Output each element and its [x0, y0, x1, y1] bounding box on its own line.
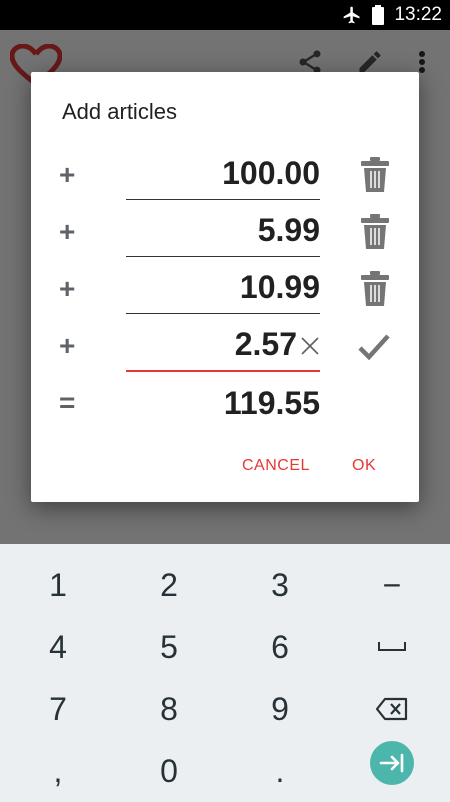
- total-value: 119.55: [223, 385, 320, 421]
- key-3[interactable]: 3: [224, 554, 336, 616]
- total-row: = 119.55: [31, 379, 419, 435]
- next-tab-icon: [370, 741, 414, 785]
- key-period[interactable]: .: [224, 740, 336, 802]
- key-8[interactable]: 8: [113, 678, 225, 740]
- checkmark-icon[interactable]: [357, 332, 391, 367]
- key-9[interactable]: 9: [224, 678, 336, 740]
- airplane-mode-icon: [342, 5, 362, 25]
- trash-icon[interactable]: [360, 271, 390, 312]
- key-7[interactable]: 7: [2, 678, 114, 740]
- key-next[interactable]: [336, 732, 448, 794]
- article-amount-value: 10.99: [239, 269, 320, 305]
- status-time: 13:22: [394, 4, 442, 25]
- key-space[interactable]: [336, 616, 448, 678]
- numeric-keypad: 1 2 3 − 4 5 6 7 8 9 , 0 .: [0, 544, 450, 800]
- key-minus[interactable]: −: [336, 554, 448, 616]
- clear-icon[interactable]: [300, 336, 320, 361]
- article-amount-value: 5.99: [257, 212, 320, 248]
- plus-operator: +: [59, 159, 76, 190]
- key-2[interactable]: 2: [113, 554, 225, 616]
- article-row-active: + 2.57: [31, 322, 419, 378]
- key-comma[interactable]: ,: [2, 740, 114, 802]
- ok-button[interactable]: OK: [352, 457, 376, 475]
- trash-icon[interactable]: [360, 157, 390, 198]
- plus-operator: +: [59, 330, 76, 361]
- add-articles-dialog: Add articles + 100.00 + 5.99 + 10.99 + 2…: [31, 72, 419, 502]
- battery-icon: [372, 5, 385, 25]
- key-1[interactable]: 1: [2, 554, 114, 616]
- key-6[interactable]: 6: [224, 616, 336, 678]
- cancel-button[interactable]: CANCEL: [242, 457, 310, 475]
- article-amount-field[interactable]: 10.99: [126, 265, 320, 314]
- key-5[interactable]: 5: [113, 616, 225, 678]
- article-amount-value: 2.57: [234, 326, 297, 362]
- key-4[interactable]: 4: [2, 616, 114, 678]
- article-amount-input[interactable]: 2.57: [126, 322, 320, 372]
- equals-operator: =: [59, 387, 76, 418]
- backspace-icon: [375, 697, 408, 721]
- article-row: + 10.99: [31, 265, 419, 321]
- space-icon: [378, 642, 406, 651]
- article-amount-field[interactable]: 100.00: [126, 151, 320, 200]
- article-amount-field[interactable]: 5.99: [126, 208, 320, 257]
- plus-operator: +: [59, 216, 76, 247]
- plus-operator: +: [59, 273, 76, 304]
- article-row: + 5.99: [31, 208, 419, 264]
- dialog-title: Add articles: [62, 99, 177, 124]
- trash-icon[interactable]: [360, 214, 390, 255]
- key-backspace[interactable]: [336, 678, 448, 740]
- article-amount-value: 100.00: [222, 155, 320, 191]
- key-0[interactable]: 0: [113, 740, 225, 802]
- status-bar: 13:22: [0, 0, 450, 30]
- article-row: + 100.00: [31, 151, 419, 207]
